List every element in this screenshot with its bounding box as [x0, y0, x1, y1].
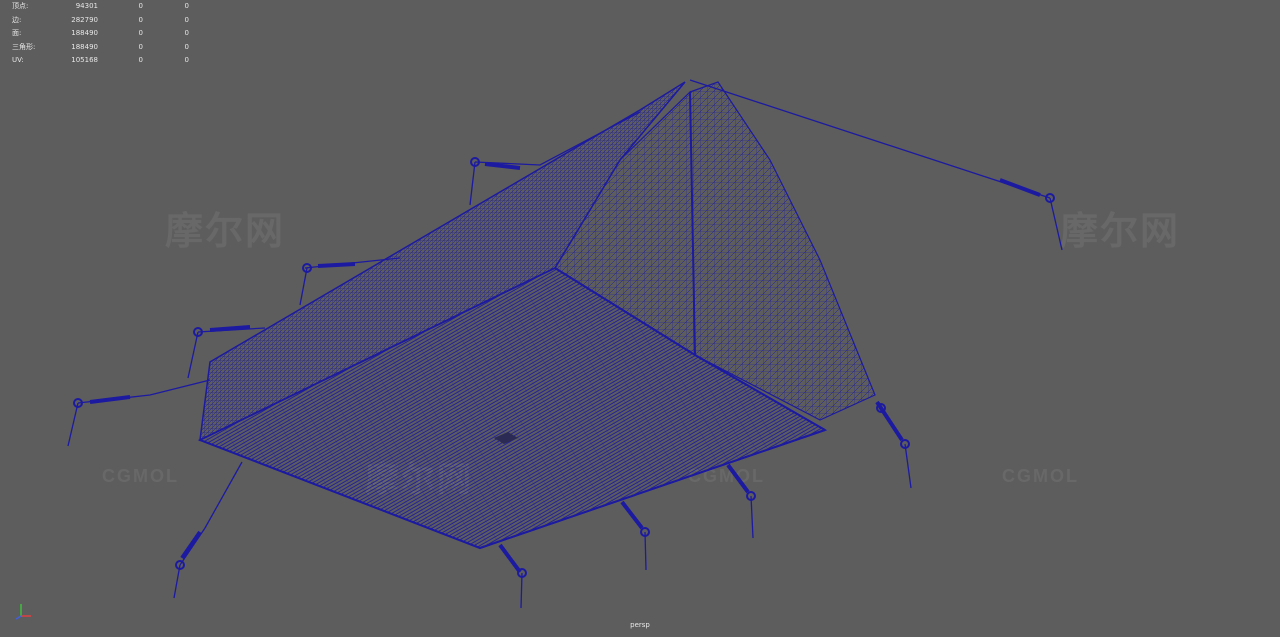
tie-rod	[484, 162, 521, 170]
maya-viewport[interactable]: 顶点: 94301 0 0 边: 282790 0 0 面: 188490 0 …	[0, 0, 1280, 637]
camera-name-label: persp	[630, 621, 650, 629]
tie-rod	[999, 178, 1041, 197]
tie-rod	[317, 262, 356, 268]
axis-gizmo-icon	[15, 604, 31, 620]
tie-rod	[1049, 197, 1063, 251]
wireframe-canopy-model[interactable]	[0, 0, 1280, 637]
tie-rod	[89, 395, 131, 404]
tie-rod	[180, 530, 202, 560]
